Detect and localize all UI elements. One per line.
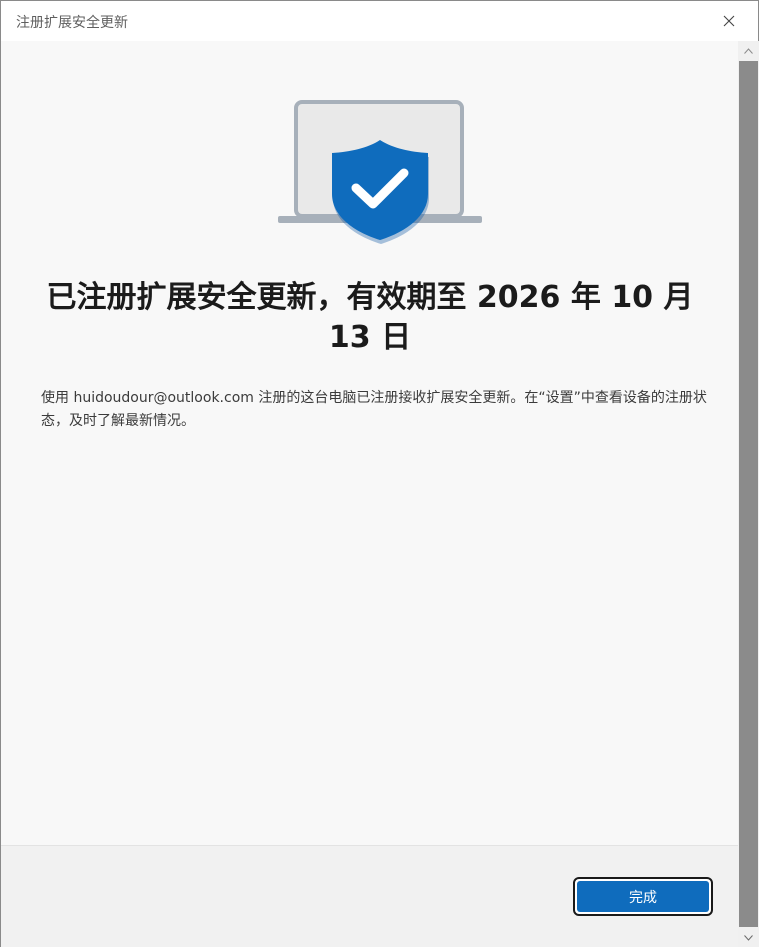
description-text: 使用 huidoudour@outlook.com 注册的这台电脑已注册接收扩展… [41,390,707,429]
done-button-label: 完成 [577,881,709,912]
scroll-up-button[interactable] [738,41,759,60]
headline: 已注册扩展安全更新，有效期至 2026 年 10 月 13 日 [46,280,694,355]
shield-check-laptop-icon [278,100,482,244]
close-button[interactable] [700,1,758,41]
close-icon [723,15,735,27]
title-bar: 注册扩展安全更新 [0,0,759,41]
scrollbar-thumb[interactable] [739,61,758,927]
scroll-down-button[interactable] [738,928,759,947]
chevron-up-icon [744,47,753,54]
done-button[interactable]: 完成 [573,877,713,916]
chevron-down-icon [744,934,753,941]
vertical-scrollbar[interactable] [738,41,759,947]
window-title: 注册扩展安全更新 [16,15,128,31]
